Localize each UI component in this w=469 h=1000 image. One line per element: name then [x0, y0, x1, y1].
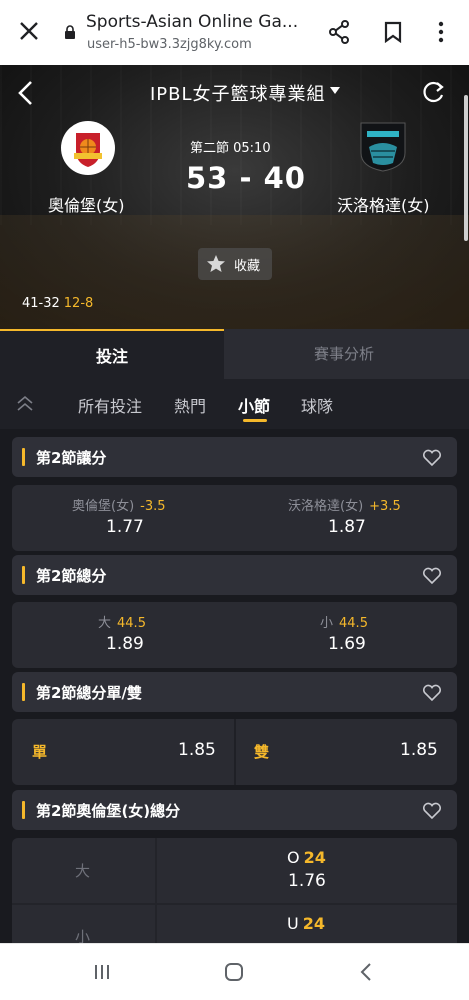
even-odds: 1.85 [400, 740, 438, 760]
quarter-score: 12-8 [63, 296, 94, 311]
selection-name: 沃洛格達(女) [288, 499, 364, 514]
under-label: 小 [75, 928, 91, 943]
home-handicap-label[interactable]: 奧倫堡(女) -3.5 [72, 495, 166, 514]
away-handicap-odds[interactable]: 1.87 [328, 517, 366, 537]
browser-page-title: Sports-Asian Online Ga... [86, 12, 299, 32]
close-icon[interactable] [18, 20, 40, 42]
over-line-value: 24 [303, 848, 326, 867]
heart-icon[interactable] [422, 684, 442, 702]
market-header-total[interactable]: 第2節總分 [12, 555, 457, 595]
market-header-odd-even[interactable]: 第2節總分單/雙 [12, 672, 457, 712]
away-team-name: 沃洛格達(女) [337, 196, 430, 215]
even-selection[interactable]: 雙 1.85 [236, 719, 458, 785]
under-line: U 24 [287, 914, 325, 933]
market-title: 第2節總分單/雙 [36, 684, 142, 702]
system-back-icon[interactable] [359, 962, 373, 982]
total-selections: 大 44.5 1.89 小 44.5 1.69 [12, 602, 457, 668]
favorite-label: 收藏 [234, 259, 261, 274]
team-total-selections: 大 O 24 1.76 小 U 24 [12, 838, 457, 943]
over-label[interactable]: 大 44.5 [98, 612, 146, 631]
handicap-line: +3.5 [369, 499, 401, 514]
share-icon[interactable] [328, 20, 350, 44]
over-label: 大 [75, 862, 91, 880]
home-team-logo [61, 121, 115, 175]
tab-analysis[interactable]: 賽事分析 [314, 343, 374, 364]
scoreboard: 53 - 40 [186, 161, 306, 195]
back-icon[interactable] [16, 79, 36, 107]
previous-scores: 41-32 12-8 [22, 296, 93, 311]
home-handicap-odds[interactable]: 1.77 [106, 517, 144, 537]
away-handicap-label[interactable]: 沃洛格達(女) +3.5 [288, 495, 401, 514]
active-filter-indicator [243, 419, 267, 422]
heart-icon[interactable] [422, 567, 442, 585]
market-header-team-total[interactable]: 第2節奧倫堡(女)總分 [12, 790, 457, 830]
over-odds: 1.76 [288, 871, 326, 891]
heart-icon[interactable] [422, 802, 442, 820]
star-icon [207, 255, 225, 272]
accent-bar [22, 448, 25, 466]
odd-label: 單 [32, 743, 48, 761]
tab-bet-label: 投注 [96, 347, 129, 366]
markets-list: 第2節讓分 奧倫堡(女) -3.5 1.77 沃洛格達(女) +3.5 1.87 第… [0, 429, 469, 943]
market-title: 第2節奧倫堡(女)總分 [36, 802, 181, 820]
over-odds[interactable]: 1.89 [106, 634, 144, 654]
total-line: 44.5 [117, 616, 146, 631]
under-line-value: 24 [302, 914, 325, 933]
period-clock: 第二節 05:10 [190, 141, 271, 156]
under-odds[interactable]: 1.69 [328, 634, 366, 654]
tab-bet[interactable]: 投注 [0, 329, 224, 379]
collapse-up-icon[interactable] [16, 395, 34, 411]
over-line: O 24 [287, 848, 326, 867]
total-line: 44.5 [339, 616, 368, 631]
under-label[interactable]: 小 44.5 [320, 612, 368, 631]
browser-url[interactable]: user-h5-bw3.3zjg8ky.com [87, 37, 252, 52]
over-prefix: O [287, 848, 300, 867]
odd-even-selections: 單 1.85 雙 1.85 [12, 719, 457, 785]
match-header: IPBL女子籃球專業組 奧倫堡(女) 沃洛格達(女) 第二節 05:10 53 … [0, 65, 469, 329]
home-team-name: 奧倫堡(女) [48, 196, 125, 215]
team-total-under-row[interactable]: 小 U 24 [12, 904, 457, 943]
market-header-handicap[interactable]: 第2節讓分 [12, 437, 457, 477]
selection-name: 大 [98, 616, 112, 631]
heart-icon[interactable] [422, 449, 442, 467]
first-half-score: 41-32 [22, 296, 60, 311]
accent-bar [22, 683, 25, 701]
under-prefix: U [287, 914, 299, 933]
filter-popular[interactable]: 熱門 [174, 393, 206, 417]
filter-quarter[interactable]: 小節 [238, 393, 270, 417]
main-tabs: 投注 賽事分析 [0, 329, 469, 379]
more-menu-icon[interactable] [436, 20, 446, 44]
odd-selection[interactable]: 單 1.85 [12, 719, 234, 785]
market-filter-nav: 所有投注 熱門 小節 球隊 [0, 379, 469, 429]
system-navigation-bar [0, 943, 469, 1000]
browser-toolbar: Sports-Asian Online Ga... user-h5-bw3.3z… [0, 0, 469, 65]
away-team-logo [360, 122, 406, 172]
bookmark-icon[interactable] [384, 21, 402, 43]
handicap-selections: 奧倫堡(女) -3.5 1.77 沃洛格達(女) +3.5 1.87 [12, 485, 457, 551]
accent-bar [22, 566, 25, 584]
scrollbar-thumb[interactable] [464, 95, 468, 241]
league-title[interactable]: IPBL女子籃球專業組 [150, 80, 326, 106]
even-label: 雙 [254, 743, 270, 761]
filter-team[interactable]: 球隊 [301, 393, 333, 417]
refresh-icon[interactable] [420, 79, 446, 105]
recent-apps-icon[interactable] [92, 964, 112, 980]
accent-bar [22, 801, 25, 819]
selection-name: 小 [320, 616, 334, 631]
filter-all-bets[interactable]: 所有投注 [78, 393, 142, 417]
selection-name: 奧倫堡(女) [72, 499, 135, 514]
market-title: 第2節讓分 [36, 449, 107, 467]
favorite-button[interactable]: 收藏 [198, 248, 272, 280]
chevron-down-icon[interactable] [330, 87, 340, 95]
market-title: 第2節總分 [36, 567, 107, 585]
team-total-over-row[interactable]: 大 O 24 1.76 [12, 838, 457, 904]
odd-odds: 1.85 [178, 740, 216, 760]
lock-icon [65, 25, 75, 39]
home-icon[interactable] [224, 962, 244, 982]
handicap-line: -3.5 [140, 499, 166, 514]
